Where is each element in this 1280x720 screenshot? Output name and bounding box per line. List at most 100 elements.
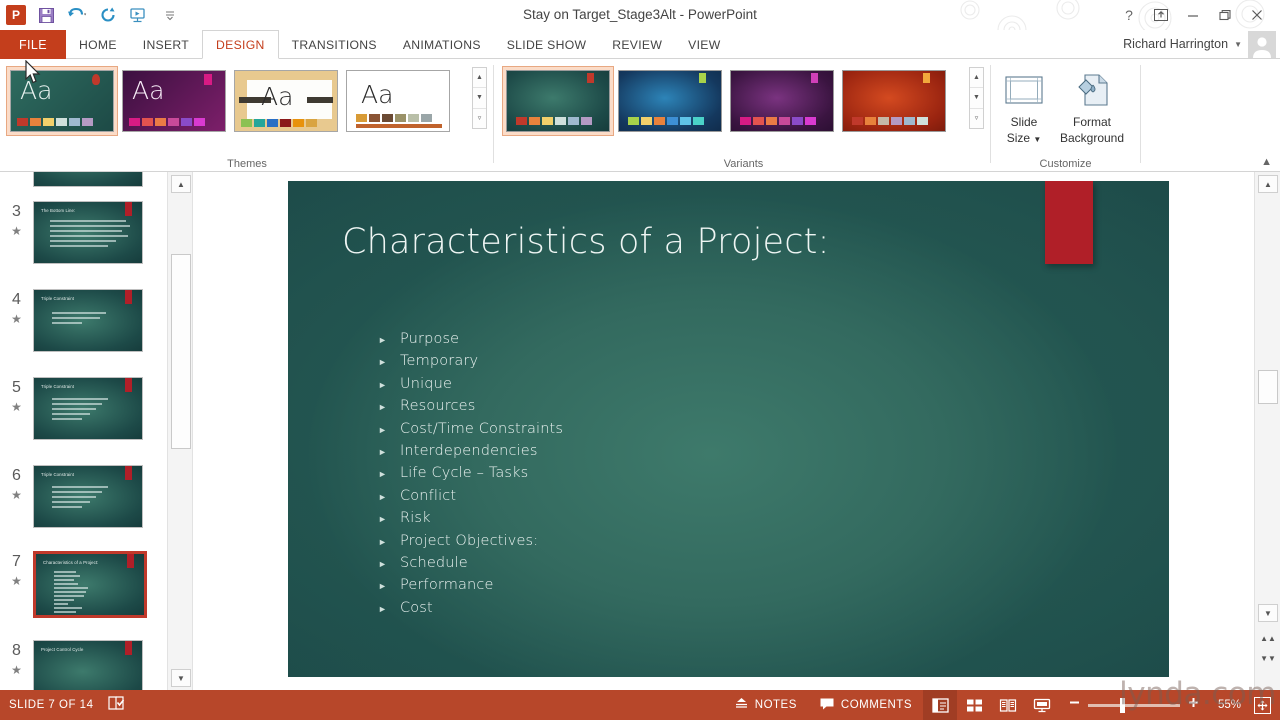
format-background-icon xyxy=(1073,67,1111,113)
slide-preview-title: Project Control Cycle xyxy=(41,647,83,652)
gallery-scroll-up-icon[interactable]: ▲ xyxy=(970,68,983,88)
zoom-in-icon[interactable] xyxy=(1187,696,1200,714)
tab-home[interactable]: HOME xyxy=(66,30,130,59)
themes-gallery: Aa Aa xyxy=(6,66,454,136)
slide-preview[interactable] xyxy=(33,172,143,187)
slide-preview-title: Triple Constraint xyxy=(41,384,74,389)
zoom-out-icon[interactable] xyxy=(1068,696,1081,714)
slide-preview[interactable]: Triple Constraint xyxy=(33,289,143,352)
slide-number: 4 xyxy=(0,289,33,309)
thumbnail-pane-scrollbar[interactable]: ▲ ▼ xyxy=(167,172,193,690)
spell-check-icon[interactable] xyxy=(107,695,127,716)
bullet-text: Schedule xyxy=(400,555,468,571)
slide-preview[interactable]: Triple Constraint xyxy=(33,465,143,528)
slide-preview-selected[interactable]: Characteristics of a Project: xyxy=(33,551,147,618)
slide-preview[interactable]: Project Control Cycle xyxy=(33,640,143,690)
comments-button[interactable]: COMMENTS xyxy=(808,690,923,720)
zoom-slider[interactable] xyxy=(1088,704,1180,707)
bullet-marker-icon: ► xyxy=(378,463,400,485)
theme-thumbnail-facet-teal[interactable]: Aa xyxy=(6,66,118,136)
tab-animations[interactable]: ANIMATIONS xyxy=(390,30,494,59)
customize-qat-icon[interactable] xyxy=(159,4,181,26)
variant-thumbnail-red[interactable] xyxy=(838,66,950,136)
status-right: NOTES COMMENTS xyxy=(723,690,1280,720)
restore-icon[interactable] xyxy=(1210,2,1240,28)
slide-thumbnail-pane[interactable]: 2 3 ★ The Bottom Line: xyxy=(0,172,166,690)
slide-bullet-list[interactable]: ►Purpose ►Temporary ►Unique ►Resources ►… xyxy=(378,329,563,620)
gallery-more-icon[interactable]: ▿ xyxy=(473,109,486,128)
variant-thumbnail-blue[interactable] xyxy=(614,66,726,136)
bullet-item: ►Purpose xyxy=(378,329,563,351)
redo-icon[interactable] xyxy=(97,4,119,26)
fit-slide-to-window-icon[interactable] xyxy=(1254,697,1271,714)
tab-design[interactable]: DESIGN xyxy=(202,30,279,59)
theme-aa-label: Aa xyxy=(20,76,52,105)
scroll-down-icon[interactable]: ▼ xyxy=(171,669,191,687)
zoom-slider-handle[interactable] xyxy=(1120,698,1125,713)
user-account-area[interactable]: Richard Harrington ▼ xyxy=(1123,30,1280,58)
start-slideshow-icon[interactable] xyxy=(128,4,150,26)
bullet-text: Life Cycle – Tasks xyxy=(400,465,528,481)
normal-view-icon[interactable] xyxy=(923,690,957,720)
scroll-down-icon[interactable]: ▼ xyxy=(1258,604,1278,622)
current-slide[interactable]: Characteristics of a Project: ►Purpose ►… xyxy=(288,181,1169,677)
gallery-more-icon[interactable]: ▿ xyxy=(970,109,983,128)
bullet-text: Conflict xyxy=(400,488,456,504)
thumbnail-slide-8[interactable]: 8 ★ Project Control Cycle xyxy=(0,640,166,690)
canvas-scrollbar[interactable]: ▲ ▼ ▲▲ ▼▼ xyxy=(1254,172,1280,690)
theme-thumbnail-white[interactable]: Aa xyxy=(342,66,454,136)
thumbnail-slide-4[interactable]: 4 ★ Triple Constraint xyxy=(0,289,166,352)
gallery-scroll-down-icon[interactable]: ▼ xyxy=(473,88,486,108)
chevron-down-icon[interactable]: ▼ xyxy=(1033,135,1041,144)
variant-thumbnail-purple[interactable] xyxy=(726,66,838,136)
scroll-up-icon[interactable]: ▲ xyxy=(171,175,191,193)
gallery-scroll-down-icon[interactable]: ▼ xyxy=(970,88,983,108)
tab-slide-show[interactable]: SLIDE SHOW xyxy=(494,30,600,59)
theme-thumbnail-purple[interactable]: Aa xyxy=(118,66,230,136)
tab-view[interactable]: VIEW xyxy=(675,30,733,59)
slide-number: 5 xyxy=(0,377,33,397)
slide-preview[interactable]: The Bottom Line: xyxy=(33,201,143,264)
thumbnail-slide-6[interactable]: 6 ★ Triple Constraint xyxy=(0,465,166,528)
ribbon-display-options-icon[interactable] xyxy=(1146,2,1176,28)
variant-thumbnail-teal[interactable] xyxy=(502,66,614,136)
previous-slide-icon[interactable]: ▲▲ xyxy=(1258,629,1278,647)
thumbnail-slide-2[interactable]: 2 xyxy=(0,172,166,187)
slide-accent-rectangle[interactable] xyxy=(1045,181,1093,264)
scrollbar-thumb[interactable] xyxy=(171,254,191,449)
theme-thumbnail-wood[interactable]: Aa xyxy=(230,66,342,136)
slide-sorter-view-icon[interactable] xyxy=(957,690,991,720)
collapse-ribbon-icon[interactable]: ▲ xyxy=(1261,156,1272,168)
format-background-button[interactable]: Format Background xyxy=(1049,67,1135,145)
thumbnail-slide-3[interactable]: 3 ★ The Bottom Line: xyxy=(0,201,166,264)
slide-show-view-icon[interactable] xyxy=(1025,690,1059,720)
tab-transitions[interactable]: TRANSITIONS xyxy=(279,30,390,59)
bullet-text: Temporary xyxy=(400,353,478,369)
help-icon[interactable]: ? xyxy=(1114,2,1144,28)
reading-view-icon[interactable] xyxy=(991,690,1025,720)
slide-title[interactable]: Characteristics of a Project: xyxy=(342,222,830,262)
bullet-item: ►Risk xyxy=(378,508,563,530)
thumbnail-slide-5[interactable]: 5 ★ Triple Constraint xyxy=(0,377,166,440)
zoom-control[interactable]: 55% xyxy=(1059,696,1280,714)
minimize-icon[interactable] xyxy=(1178,2,1208,28)
undo-icon[interactable] xyxy=(66,4,88,26)
notes-button[interactable]: NOTES xyxy=(723,690,808,720)
save-icon[interactable] xyxy=(35,4,57,26)
tab-review[interactable]: REVIEW xyxy=(599,30,675,59)
tab-file[interactable]: FILE xyxy=(0,30,66,59)
chevron-down-icon[interactable]: ▼ xyxy=(1234,40,1242,49)
slide-size-button[interactable]: Slide Size ▼ xyxy=(993,67,1055,147)
group-label-customize: Customize xyxy=(993,158,1138,170)
slide-number: 7 xyxy=(0,551,33,571)
thumbnail-slide-7[interactable]: 7 ★ Characteristics of a Project: xyxy=(0,551,166,618)
gallery-scroll-up-icon[interactable]: ▲ xyxy=(473,68,486,88)
close-icon[interactable] xyxy=(1242,2,1272,28)
bullet-marker-icon: ► xyxy=(378,396,400,418)
scrollbar-thumb[interactable] xyxy=(1258,370,1278,404)
avatar[interactable] xyxy=(1248,31,1276,58)
scroll-up-icon[interactable]: ▲ xyxy=(1258,175,1278,193)
tab-insert[interactable]: INSERT xyxy=(130,30,202,59)
slide-preview[interactable]: Triple Constraint xyxy=(33,377,143,440)
next-slide-icon[interactable]: ▼▼ xyxy=(1258,649,1278,667)
